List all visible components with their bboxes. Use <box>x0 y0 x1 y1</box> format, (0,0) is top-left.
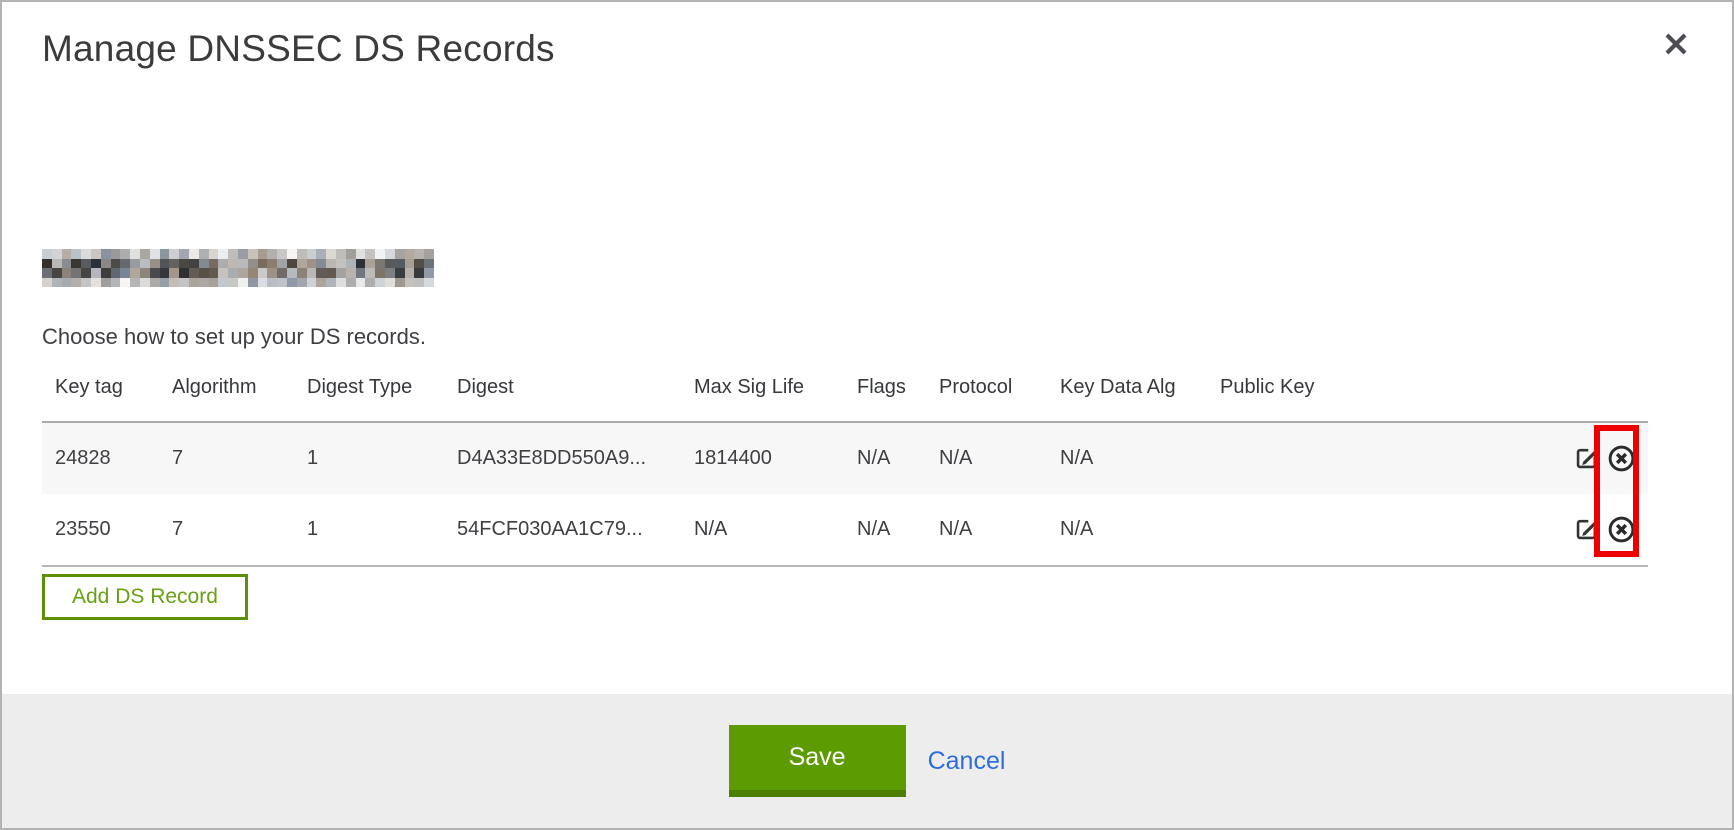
table-row: 24828 7 1 D4A33E8DD550A9... 1814400 N/A … <box>42 422 1648 494</box>
col-header-digest-type: Digest Type <box>294 370 444 422</box>
add-ds-record-button[interactable]: Add DS Record <box>42 574 248 620</box>
redacted-domain-name <box>42 249 434 287</box>
edit-record-button[interactable] <box>1571 514 1602 545</box>
cell-key-tag: 23550 <box>42 494 159 566</box>
page-title: Manage DNSSEC DS Records <box>42 28 555 70</box>
col-header-key-tag: Key tag <box>42 370 159 422</box>
cell-key-tag: 24828 <box>42 422 159 494</box>
cell-max-sig-life: 1814400 <box>681 422 844 494</box>
save-button[interactable]: Save <box>729 725 906 797</box>
col-header-protocol: Protocol <box>926 370 1047 422</box>
cell-public-key <box>1207 494 1552 566</box>
cell-digest-type: 1 <box>294 494 444 566</box>
edit-square-icon <box>1573 516 1600 543</box>
cell-algorithm: 7 <box>159 494 294 566</box>
ds-records-table-wrap: Key tag Algorithm Digest Type Digest Max… <box>42 370 1648 567</box>
cell-protocol: N/A <box>926 494 1047 566</box>
footer-action-bar: Save Cancel <box>2 694 1732 828</box>
col-header-key-data-alg: Key Data Alg <box>1047 370 1207 422</box>
col-header-algorithm: Algorithm <box>159 370 294 422</box>
col-header-digest: Digest <box>444 370 681 422</box>
table-row: 23550 7 1 54FCF030AA1C79... N/A N/A N/A … <box>42 494 1648 566</box>
circle-x-icon <box>1607 444 1636 473</box>
cell-protocol: N/A <box>926 422 1047 494</box>
cell-digest-type: 1 <box>294 422 444 494</box>
circle-x-icon <box>1607 515 1636 544</box>
col-header-public-key: Public Key <box>1207 370 1552 422</box>
setup-instruction: Choose how to set up your DS records. <box>42 324 426 350</box>
manage-dnssec-dialog: Manage DNSSEC DS Records Choose how to s… <box>0 0 1734 830</box>
cell-key-data-alg: N/A <box>1047 494 1207 566</box>
cancel-link[interactable]: Cancel <box>928 747 1006 776</box>
cell-digest: 54FCF030AA1C79... <box>444 494 681 566</box>
cell-digest: D4A33E8DD550A9... <box>444 422 681 494</box>
delete-record-button[interactable] <box>1605 442 1638 475</box>
cell-flags: N/A <box>844 494 926 566</box>
col-header-flags: Flags <box>844 370 926 422</box>
edit-record-button[interactable] <box>1571 443 1602 474</box>
close-button[interactable] <box>1658 26 1694 62</box>
close-icon <box>1662 30 1690 58</box>
ds-records-table: Key tag Algorithm Digest Type Digest Max… <box>42 370 1648 567</box>
cell-public-key <box>1207 422 1552 494</box>
cell-flags: N/A <box>844 422 926 494</box>
cell-algorithm: 7 <box>159 422 294 494</box>
cell-max-sig-life: N/A <box>681 494 844 566</box>
col-header-actions <box>1552 370 1648 422</box>
edit-square-icon <box>1573 445 1600 472</box>
table-header-row: Key tag Algorithm Digest Type Digest Max… <box>42 370 1648 422</box>
delete-record-button[interactable] <box>1605 513 1638 546</box>
cell-key-data-alg: N/A <box>1047 422 1207 494</box>
col-header-max-sig-life: Max Sig Life <box>681 370 844 422</box>
